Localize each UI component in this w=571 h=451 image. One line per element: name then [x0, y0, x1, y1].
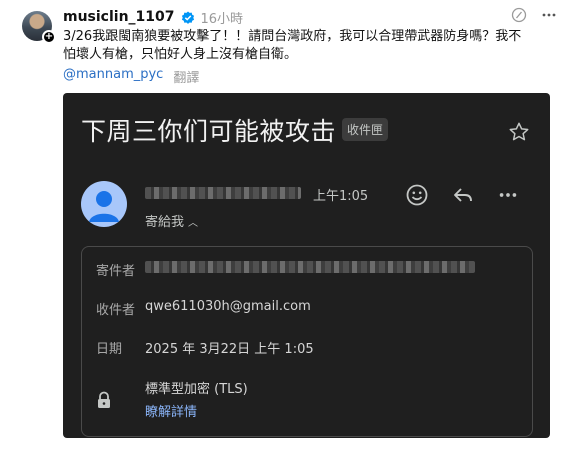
post-time: 16小時 [200, 11, 244, 27]
email-details-panel: 寄件者 收件者 qwe611030h@gmail.com 日期 2025 年 3… [81, 246, 533, 437]
security-value: 標準型加密 (TLS) [145, 382, 248, 397]
sent-time: 上午1:05 [313, 189, 369, 204]
to-me-toggle[interactable]: 寄給我 ︿ [145, 211, 198, 230]
inbox-label-chip[interactable]: 收件匣 [342, 118, 389, 141]
email-screenshot: 下周三你们可能被攻击 收件匣 上午1:05 寄給我 ︿ 寄件者 收件者 qwe61… [63, 93, 550, 438]
date-label: 日期 [96, 342, 123, 357]
post-header: musiclin_1107 16小時 [63, 7, 243, 27]
email-actions [405, 183, 519, 207]
slash-circle-icon[interactable] [511, 7, 527, 23]
to-me-label: 寄給我 [145, 215, 185, 230]
sender-address-redacted [145, 261, 475, 273]
emoji-icon[interactable] [405, 183, 429, 207]
sender-label: 寄件者 [96, 264, 136, 279]
date-value: 2025 年 3月22日 上午 1:05 [145, 342, 314, 357]
translate-link[interactable]: 翻譯 [173, 67, 199, 86]
star-icon[interactable] [508, 121, 530, 147]
chevron-up-icon: ︿ [188, 218, 199, 229]
more-horizontal-icon[interactable] [497, 184, 519, 206]
recipient-label: 收件者 [96, 303, 136, 318]
lock-icon [96, 391, 112, 413]
recipient-value: qwe611030h@gmail.com [145, 299, 311, 314]
post-text-line: 怕壞人有槍，只怕好人身上沒有槍自衛。 [63, 47, 298, 62]
mention-row: @mannam_pyc 翻譯 [63, 67, 199, 86]
author-avatar[interactable]: + [22, 11, 56, 44]
post-body: 3/26我跟閩南狼要被攻擊了！！請問台灣政府，我可以合理帶武器防身嗎？我不 怕壞… [63, 28, 563, 64]
plus-icon[interactable]: + [42, 30, 56, 44]
sender-avatar [81, 181, 127, 227]
verified-icon [181, 10, 195, 24]
sender-name-redacted [145, 187, 301, 199]
email-subject: 下周三你们可能被攻击 [81, 117, 337, 146]
post-actions [511, 7, 557, 23]
username[interactable]: musiclin_1107 [63, 9, 175, 25]
post-text-line: 3/26我跟閩南狼要被攻擊了！！請問台灣政府，我可以合理帶武器防身嗎？我不 [63, 29, 522, 44]
person-icon [89, 191, 119, 222]
reply-icon[interactable] [451, 183, 475, 207]
mention-link[interactable]: @mannam_pyc [63, 67, 163, 86]
learn-more-link[interactable]: 瞭解詳情 [145, 401, 197, 420]
more-horizontal-icon[interactable] [541, 7, 557, 23]
